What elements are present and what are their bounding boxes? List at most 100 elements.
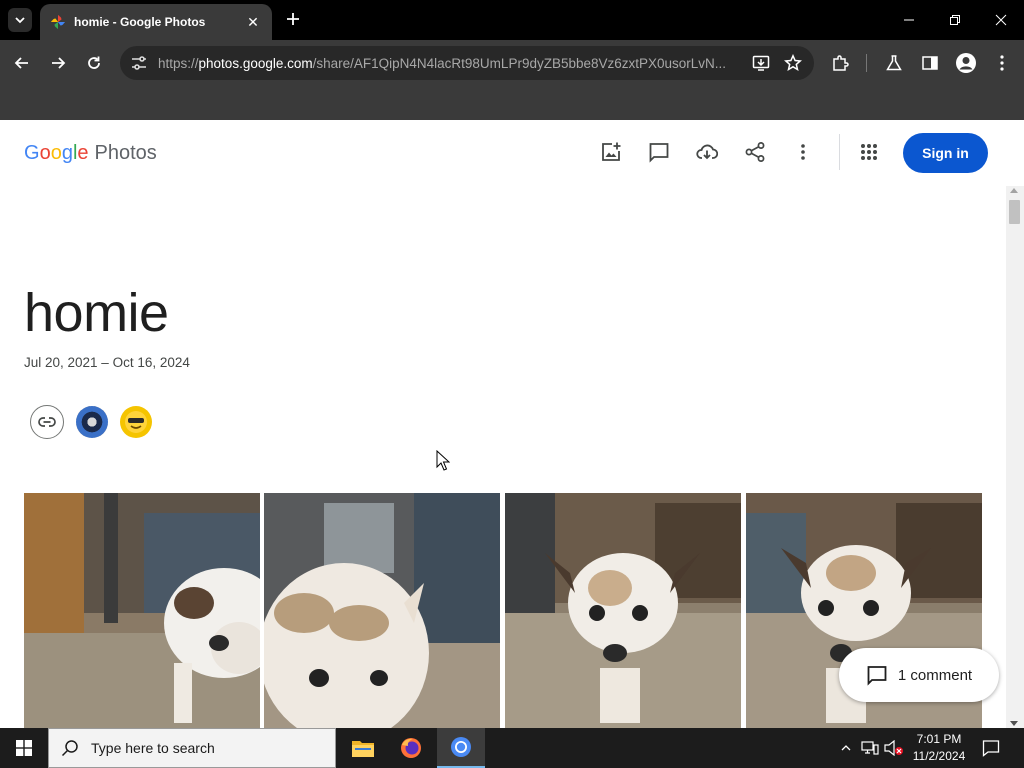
comments-count-label: 1 comment xyxy=(897,666,973,684)
album-date-range: Jul 20, 2021 – Oct 16, 2024 xyxy=(24,355,190,370)
google-photos-favicon-icon xyxy=(51,15,65,29)
close-icon xyxy=(995,14,1007,26)
puzzle-icon xyxy=(833,55,849,71)
minimize-button[interactable] xyxy=(886,0,932,40)
extensions-button[interactable] xyxy=(828,51,852,75)
share-button[interactable] xyxy=(743,140,767,164)
dog-photo-image xyxy=(24,493,260,728)
album-photo[interactable] xyxy=(505,493,741,728)
download-all-button[interactable] xyxy=(695,140,719,164)
forward-button[interactable] xyxy=(46,51,70,75)
browser-menu-button[interactable] xyxy=(990,51,1014,75)
add-photo-icon xyxy=(602,142,621,161)
comments-button[interactable] xyxy=(647,140,671,164)
bookmark-star-button[interactable] xyxy=(782,52,804,74)
reload-button[interactable] xyxy=(82,51,106,75)
sign-in-button[interactable]: Sign in xyxy=(903,133,988,173)
star-icon xyxy=(784,54,802,72)
album-photo[interactable] xyxy=(24,493,260,728)
page-content: Google Photos Sign in homie Jul 20, 2021… xyxy=(0,120,1024,728)
side-panel-button[interactable] xyxy=(918,51,942,75)
google-apps-button[interactable] xyxy=(857,140,881,164)
file-explorer-button[interactable] xyxy=(339,728,387,768)
search-icon xyxy=(61,740,78,757)
chrome-button[interactable] xyxy=(437,728,485,768)
show-hidden-icons-button[interactable] xyxy=(836,738,856,758)
logo-letter: e xyxy=(77,142,89,164)
more-vertical-icon xyxy=(1000,55,1004,71)
toolbar-divider xyxy=(866,54,867,72)
browser-tab-active[interactable]: homie - Google Photos ✕ xyxy=(40,4,272,40)
page-scrollbar[interactable] xyxy=(1006,186,1024,728)
notification-icon xyxy=(982,740,1000,757)
logo-product-name: Photos xyxy=(94,142,157,164)
network-button[interactable] xyxy=(860,738,880,758)
firefox-button[interactable] xyxy=(387,728,435,768)
restore-button[interactable] xyxy=(932,0,978,40)
chevron-down-icon xyxy=(15,17,25,24)
reload-icon xyxy=(88,56,100,69)
more-options-button[interactable] xyxy=(791,140,815,164)
google-photos-logo[interactable]: Google Photos xyxy=(24,142,157,165)
tab-close-icon[interactable]: ✕ xyxy=(244,14,262,31)
bookmarks-bar xyxy=(0,86,1024,120)
flask-icon xyxy=(886,55,902,71)
logo-letter: o xyxy=(50,142,62,164)
apps-grid-icon xyxy=(861,144,877,160)
profile-avatar-icon xyxy=(956,53,976,73)
scroll-up-arrow-icon[interactable] xyxy=(1010,188,1018,193)
chrome-icon xyxy=(451,737,471,757)
comments-chip-button[interactable]: 1 comment xyxy=(839,648,999,702)
album-photo[interactable] xyxy=(264,493,500,728)
folder-icon xyxy=(352,741,374,757)
mouse-cursor-icon xyxy=(436,450,450,471)
comment-icon xyxy=(649,143,669,163)
scroll-down-arrow-icon[interactable] xyxy=(1010,721,1018,726)
windows-taskbar: Type here to search 7:01 PM 11/2/2024 xyxy=(0,728,1024,768)
install-app-button[interactable] xyxy=(750,52,772,74)
close-window-button[interactable] xyxy=(978,0,1024,40)
volume-muted-icon xyxy=(884,740,903,756)
volume-button[interactable] xyxy=(884,738,904,758)
back-button[interactable] xyxy=(10,51,34,75)
profile-button[interactable] xyxy=(954,51,978,75)
start-button[interactable] xyxy=(0,728,48,768)
scrollbar-thumb[interactable] xyxy=(1009,200,1020,224)
comment-icon xyxy=(867,666,887,686)
emoji-face-icon xyxy=(125,411,147,433)
dog-photo-image xyxy=(264,493,500,728)
browser-toolbar: https://photos.google.com/share/AF1QipN4… xyxy=(0,40,1024,86)
restore-icon xyxy=(950,15,960,25)
browser-tabstrip: homie - Google Photos ✕ xyxy=(0,0,1024,40)
url-host: photos.google.com xyxy=(198,55,313,71)
address-bar[interactable]: https://photos.google.com/share/AF1QipN4… xyxy=(120,46,814,80)
logo-letter: o xyxy=(39,142,51,164)
tab-search-button[interactable] xyxy=(8,8,32,32)
taskbar-search-placeholder: Type here to search xyxy=(91,740,215,756)
site-settings-icon[interactable] xyxy=(130,54,148,72)
logo-letter: G xyxy=(24,142,40,164)
screen: homie - Google Photos ✕ https://photos.g… xyxy=(0,0,1024,768)
clock-time: 7:01 PM xyxy=(916,732,962,746)
url-path: /share/AF1QipN4N4lacRt98UmLPr9dyZB5bbe8V… xyxy=(312,55,727,71)
url-scheme: https:// xyxy=(158,55,199,71)
url-text[interactable]: https://photos.google.com/share/AF1QipN4… xyxy=(158,56,740,71)
taskbar-clock[interactable]: 7:01 PM 11/2/2024 xyxy=(906,731,972,765)
logo-letter: g xyxy=(61,142,73,164)
shared-user-avatar[interactable] xyxy=(120,406,152,438)
notifications-button[interactable] xyxy=(980,737,1002,759)
cloud-download-icon xyxy=(696,144,718,160)
album-title: homie xyxy=(24,283,169,343)
add-to-photos-button[interactable] xyxy=(599,140,623,164)
windows-logo-icon xyxy=(16,740,32,756)
install-app-icon xyxy=(752,55,770,71)
new-tab-button[interactable] xyxy=(282,8,304,30)
shared-user-avatar[interactable] xyxy=(76,406,108,438)
link-icon xyxy=(38,417,56,427)
arrow-right-icon xyxy=(52,57,66,69)
header-divider xyxy=(839,134,840,170)
clock-date: 11/2/2024 xyxy=(912,749,966,763)
labs-button[interactable] xyxy=(882,51,906,75)
copy-link-button[interactable] xyxy=(30,405,64,439)
taskbar-search-box[interactable]: Type here to search xyxy=(48,728,336,768)
